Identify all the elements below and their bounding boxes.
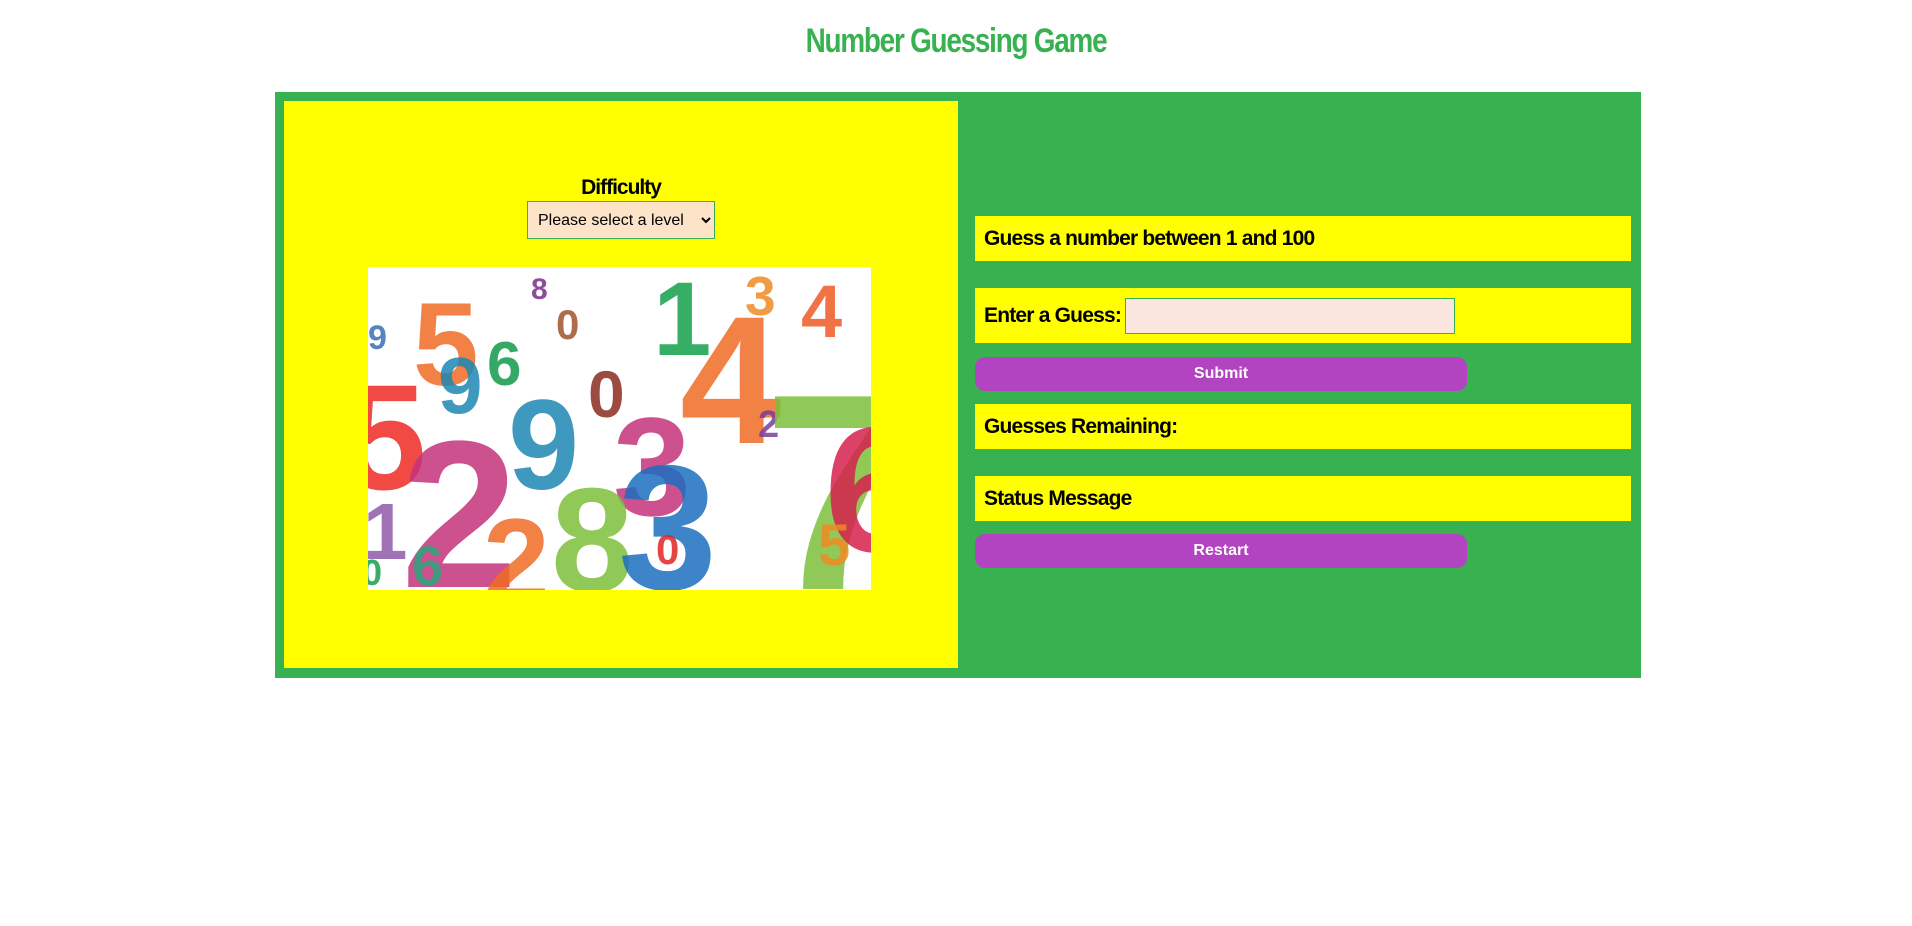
decorative-digit: 9 <box>368 319 387 357</box>
colorful-numbers-image: 81395604450932761283200659 <box>368 267 871 590</box>
guesses-remaining-bar: Guesses Remaining: <box>975 404 1631 449</box>
guess-input[interactable] <box>1125 297 1456 334</box>
decorative-digit: 9 <box>438 341 483 430</box>
numbers-illustration: 81395604450932761283200659 <box>368 267 871 590</box>
game-container: Difficulty Please select a level 8139560… <box>275 92 1641 678</box>
guesses-remaining-label: Guesses Remaining: <box>984 414 1178 438</box>
difficulty-select[interactable]: Please select a level <box>527 201 715 239</box>
range-prompt-bar: Guess a number between 1 and 100 <box>975 216 1631 261</box>
decorative-digit: 0 <box>368 552 382 590</box>
decorative-digit: 0 <box>656 526 679 573</box>
submit-button[interactable]: Submit <box>975 357 1467 391</box>
decorative-digit: 0 <box>556 301 579 348</box>
range-prompt: Guess a number between 1 and 100 <box>984 226 1315 250</box>
difficulty-label: Difficulty <box>581 176 662 199</box>
decorative-digit: 5 <box>818 513 850 578</box>
status-message: Status Message <box>984 486 1132 510</box>
decorative-digit: 8 <box>531 273 548 306</box>
game-panel: Guess a number between 1 and 100 Enter a… <box>975 92 1641 678</box>
decorative-digit: 2 <box>483 494 550 590</box>
page-title: Number Guessing Game <box>805 22 1108 60</box>
decorative-digit: 6 <box>412 534 443 590</box>
status-message-bar: Status Message <box>975 476 1631 521</box>
guess-label: Enter a Guess: <box>984 303 1122 327</box>
restart-button[interactable]: Restart <box>975 534 1467 568</box>
guess-bar: Enter a Guess: <box>975 288 1631 343</box>
settings-panel: Difficulty Please select a level 8139560… <box>284 101 958 668</box>
